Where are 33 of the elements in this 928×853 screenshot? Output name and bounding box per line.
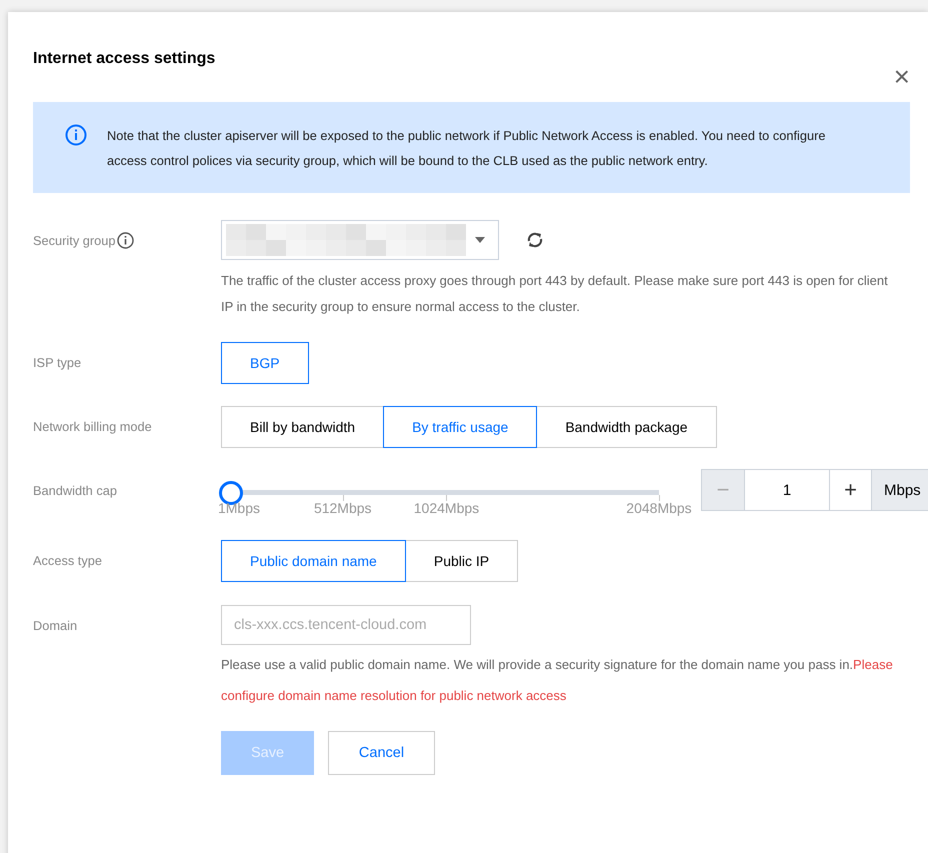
hint-text: The traffic of the cluster access proxy goes through port 443 by default. Please make sure port 443 is open for client IP in the security group to ensure normal access to the cluster. (221, 272, 889, 316)
tick-mark (659, 495, 660, 501)
field-label: ISP type (33, 354, 82, 370)
field-label: Access type (33, 552, 102, 568)
domain-input[interactable]: cls-xxx.ccs.tencent-cloud.com (221, 605, 471, 645)
tick-mark (446, 495, 448, 501)
option-button[interactable]: BGP (221, 342, 309, 384)
option-button[interactable]: Bill by bandwidth (221, 406, 384, 448)
tick-mark (342, 495, 344, 501)
hint-text: Please use a valid public domain name. We will provide a security signature for the domain name you pass in.Please configure domain name resolution for public network access (221, 656, 894, 705)
option-button[interactable]: Public domain name (221, 540, 406, 582)
tick-label: 2048Mbps (626, 500, 692, 516)
notice-text: Note that the cluster apiserver will be exposed to the public network if Public Network Access is enabled. You need to configure access control polices via security group, which will be bound to the CLB used as the public network entry. (107, 127, 826, 170)
info-icon (116, 232, 134, 248)
close-button[interactable]: × (894, 63, 910, 91)
tick-label: 512Mbps (314, 500, 372, 516)
bandwidth-stepper[interactable]: − 1 + Mbps (701, 469, 928, 511)
info-icon (65, 124, 87, 146)
field-label: Domain (33, 618, 78, 632)
unit-label: Mbps (872, 470, 928, 510)
caret-icon (474, 236, 486, 244)
option-button[interactable]: Bandwidth package (536, 406, 717, 448)
bandwidth-input[interactable]: 1 (744, 470, 830, 510)
tick-label: 1Mbps (218, 500, 260, 516)
field-label: Bandwidth cap (33, 482, 117, 498)
field-label: Network billing mode (33, 418, 152, 434)
dialog-title: Internet access settings (33, 50, 216, 68)
option-button[interactable]: Public IP (404, 540, 518, 582)
tick-label: 1024Mbps (414, 500, 480, 516)
field-label: Security group (33, 232, 116, 248)
cancel-button[interactable]: Cancel (328, 731, 435, 775)
option-button[interactable]: By traffic usage (383, 406, 538, 448)
refresh-icon[interactable] (525, 230, 545, 250)
